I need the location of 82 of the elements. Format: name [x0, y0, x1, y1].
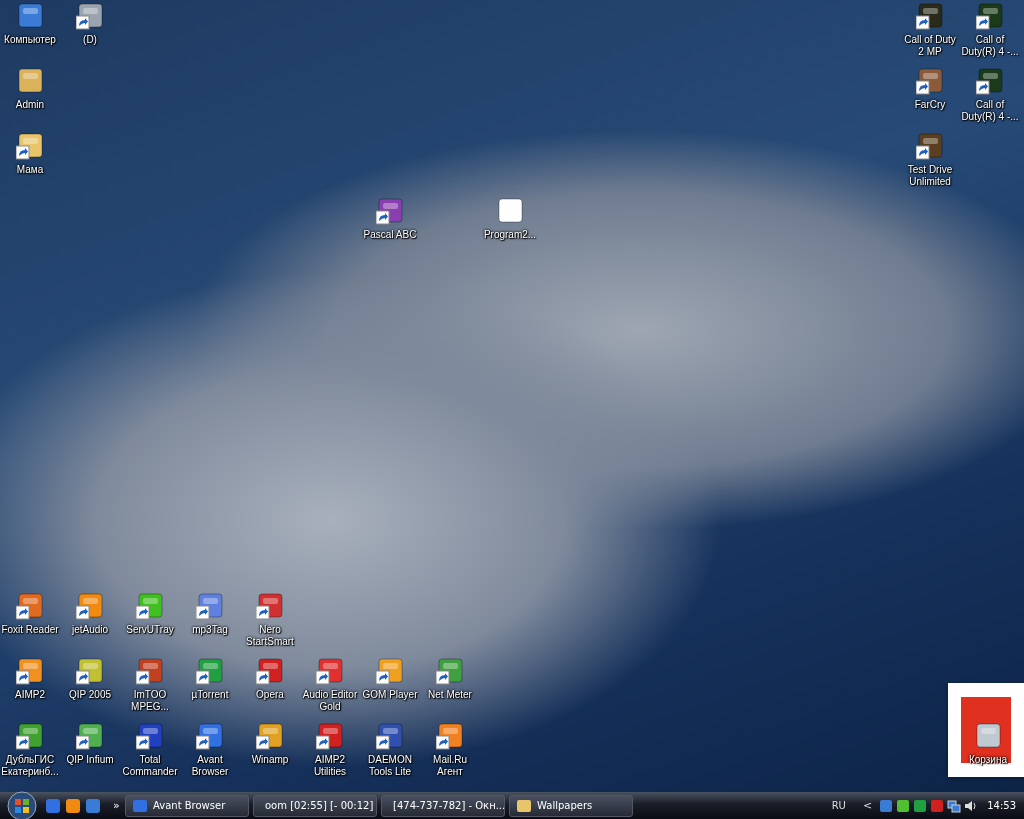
taskbar-button[interactable]: Avant Browser [125, 794, 249, 817]
icon-label[interactable]: GOM Player [360, 689, 420, 701]
icon-label[interactable]: Мама [0, 164, 60, 176]
icon-label[interactable]: µTorrent [180, 689, 240, 701]
icon-label[interactable]: Opera [240, 689, 300, 701]
shortcut-icon[interactable] [76, 657, 104, 685]
quick-launch-icon[interactable] [85, 797, 101, 814]
icon-label[interactable]: AIMP2 Utilities [300, 754, 360, 778]
icon-label[interactable]: QIP 2005 [60, 689, 120, 701]
icon-label[interactable]: ДубльГИС Екатеринб... [0, 754, 60, 778]
tray-icon[interactable] [913, 798, 928, 813]
shortcut-icon[interactable] [76, 722, 104, 750]
shortcut-icon[interactable] [196, 657, 224, 685]
icon-label[interactable]: ServUTray [120, 624, 180, 636]
start-button[interactable] [7, 790, 37, 819]
icon-label[interactable]: DAEMON Tools Lite [360, 754, 420, 778]
shortcut-icon[interactable] [316, 657, 344, 685]
icon-label[interactable]: Call of Duty(R) 4 -... [960, 34, 1020, 58]
icon-label[interactable]: ImTOO MPEG... [120, 689, 180, 713]
app-icon[interactable] [16, 2, 44, 30]
icon-label[interactable]: Foxit Reader [0, 624, 60, 636]
icon-label[interactable]: Call of Duty(R) 4 -... [960, 99, 1020, 123]
shortcut-icon[interactable] [316, 722, 344, 750]
icon-label[interactable]: Avant Browser [180, 754, 240, 778]
icon-label[interactable]: Компьютер [0, 34, 60, 46]
icon-label[interactable]: Winamp [240, 754, 300, 766]
shortcut-icon[interactable] [16, 132, 44, 160]
clock[interactable]: 14:53 [987, 800, 1016, 811]
shortcut-icon[interactable] [436, 722, 464, 750]
shortcut-icon[interactable] [376, 197, 404, 225]
shortcut-icon[interactable] [16, 657, 44, 685]
icon-label[interactable]: Total Commander [120, 754, 180, 778]
icon-label[interactable]: Program2... [480, 229, 540, 241]
icon-label[interactable]: Audio Editor Gold [300, 689, 360, 713]
icon-label[interactable]: Корзина [958, 754, 1018, 766]
shortcut-icon[interactable] [976, 2, 1004, 30]
icon-label[interactable]: Test Drive Unlimited [900, 164, 960, 188]
tray-expand-button[interactable]: < [862, 799, 873, 812]
shortcut-icon[interactable] [916, 67, 944, 95]
tray-icon[interactable] [879, 798, 894, 813]
icon-label[interactable]: FarCry [900, 99, 960, 111]
shortcut-icon[interactable] [76, 592, 104, 620]
app-icon[interactable] [974, 722, 1002, 750]
shortcut-icon[interactable] [916, 2, 944, 30]
icon-label[interactable]: QIP Infium [60, 754, 120, 766]
shortcut-icon[interactable] [436, 657, 464, 685]
network-icon[interactable] [947, 798, 962, 813]
shortcut-icon[interactable] [76, 2, 104, 30]
icon-label[interactable]: Mail.Ru Агент [420, 754, 480, 778]
shortcut-icon[interactable] [976, 67, 1004, 95]
shortcut-icon[interactable] [916, 132, 944, 160]
icon-label[interactable]: jetAudio [60, 624, 120, 636]
tray-icon[interactable] [896, 798, 911, 813]
shortcut-icon[interactable] [256, 722, 284, 750]
volume-icon[interactable] [964, 798, 979, 813]
quick-launch-more[interactable]: » [113, 799, 120, 812]
icon-label[interactable]: Call of Duty 2 MP [900, 34, 960, 58]
shortcut-icon[interactable] [16, 592, 44, 620]
app-icon[interactable] [496, 197, 524, 225]
app-icon [132, 797, 148, 814]
shortcut-icon[interactable] [196, 592, 224, 620]
taskbar-button[interactable]: Wallpapers [509, 794, 633, 817]
icon-label[interactable]: Pascal ABC [360, 229, 420, 241]
shortcut-icon[interactable] [136, 657, 164, 685]
icon-label[interactable]: Admin [0, 99, 60, 111]
shortcut-icon[interactable] [16, 722, 44, 750]
taskbar-button[interactable]: oom [02:55] [- 00:12] [253, 794, 377, 817]
shortcut-icon[interactable] [136, 722, 164, 750]
app-icon [516, 797, 532, 814]
icon-label[interactable]: (D) [60, 34, 120, 46]
language-indicator[interactable]: RU [831, 800, 846, 811]
icon-label[interactable]: AIMP2 [0, 689, 60, 701]
quick-launch-icon[interactable] [65, 797, 81, 814]
taskbar-button[interactable]: [474-737-782] - Окн... [381, 794, 505, 817]
shortcut-icon[interactable] [256, 657, 284, 685]
quick-launch-icon[interactable] [45, 797, 61, 814]
app-icon[interactable] [16, 67, 44, 95]
shortcut-icon[interactable] [196, 722, 224, 750]
icon-label[interactable]: Net Meter [420, 689, 480, 701]
shortcut-icon[interactable] [376, 722, 404, 750]
shortcut-icon[interactable] [256, 592, 284, 620]
tray-icon[interactable] [930, 798, 945, 813]
